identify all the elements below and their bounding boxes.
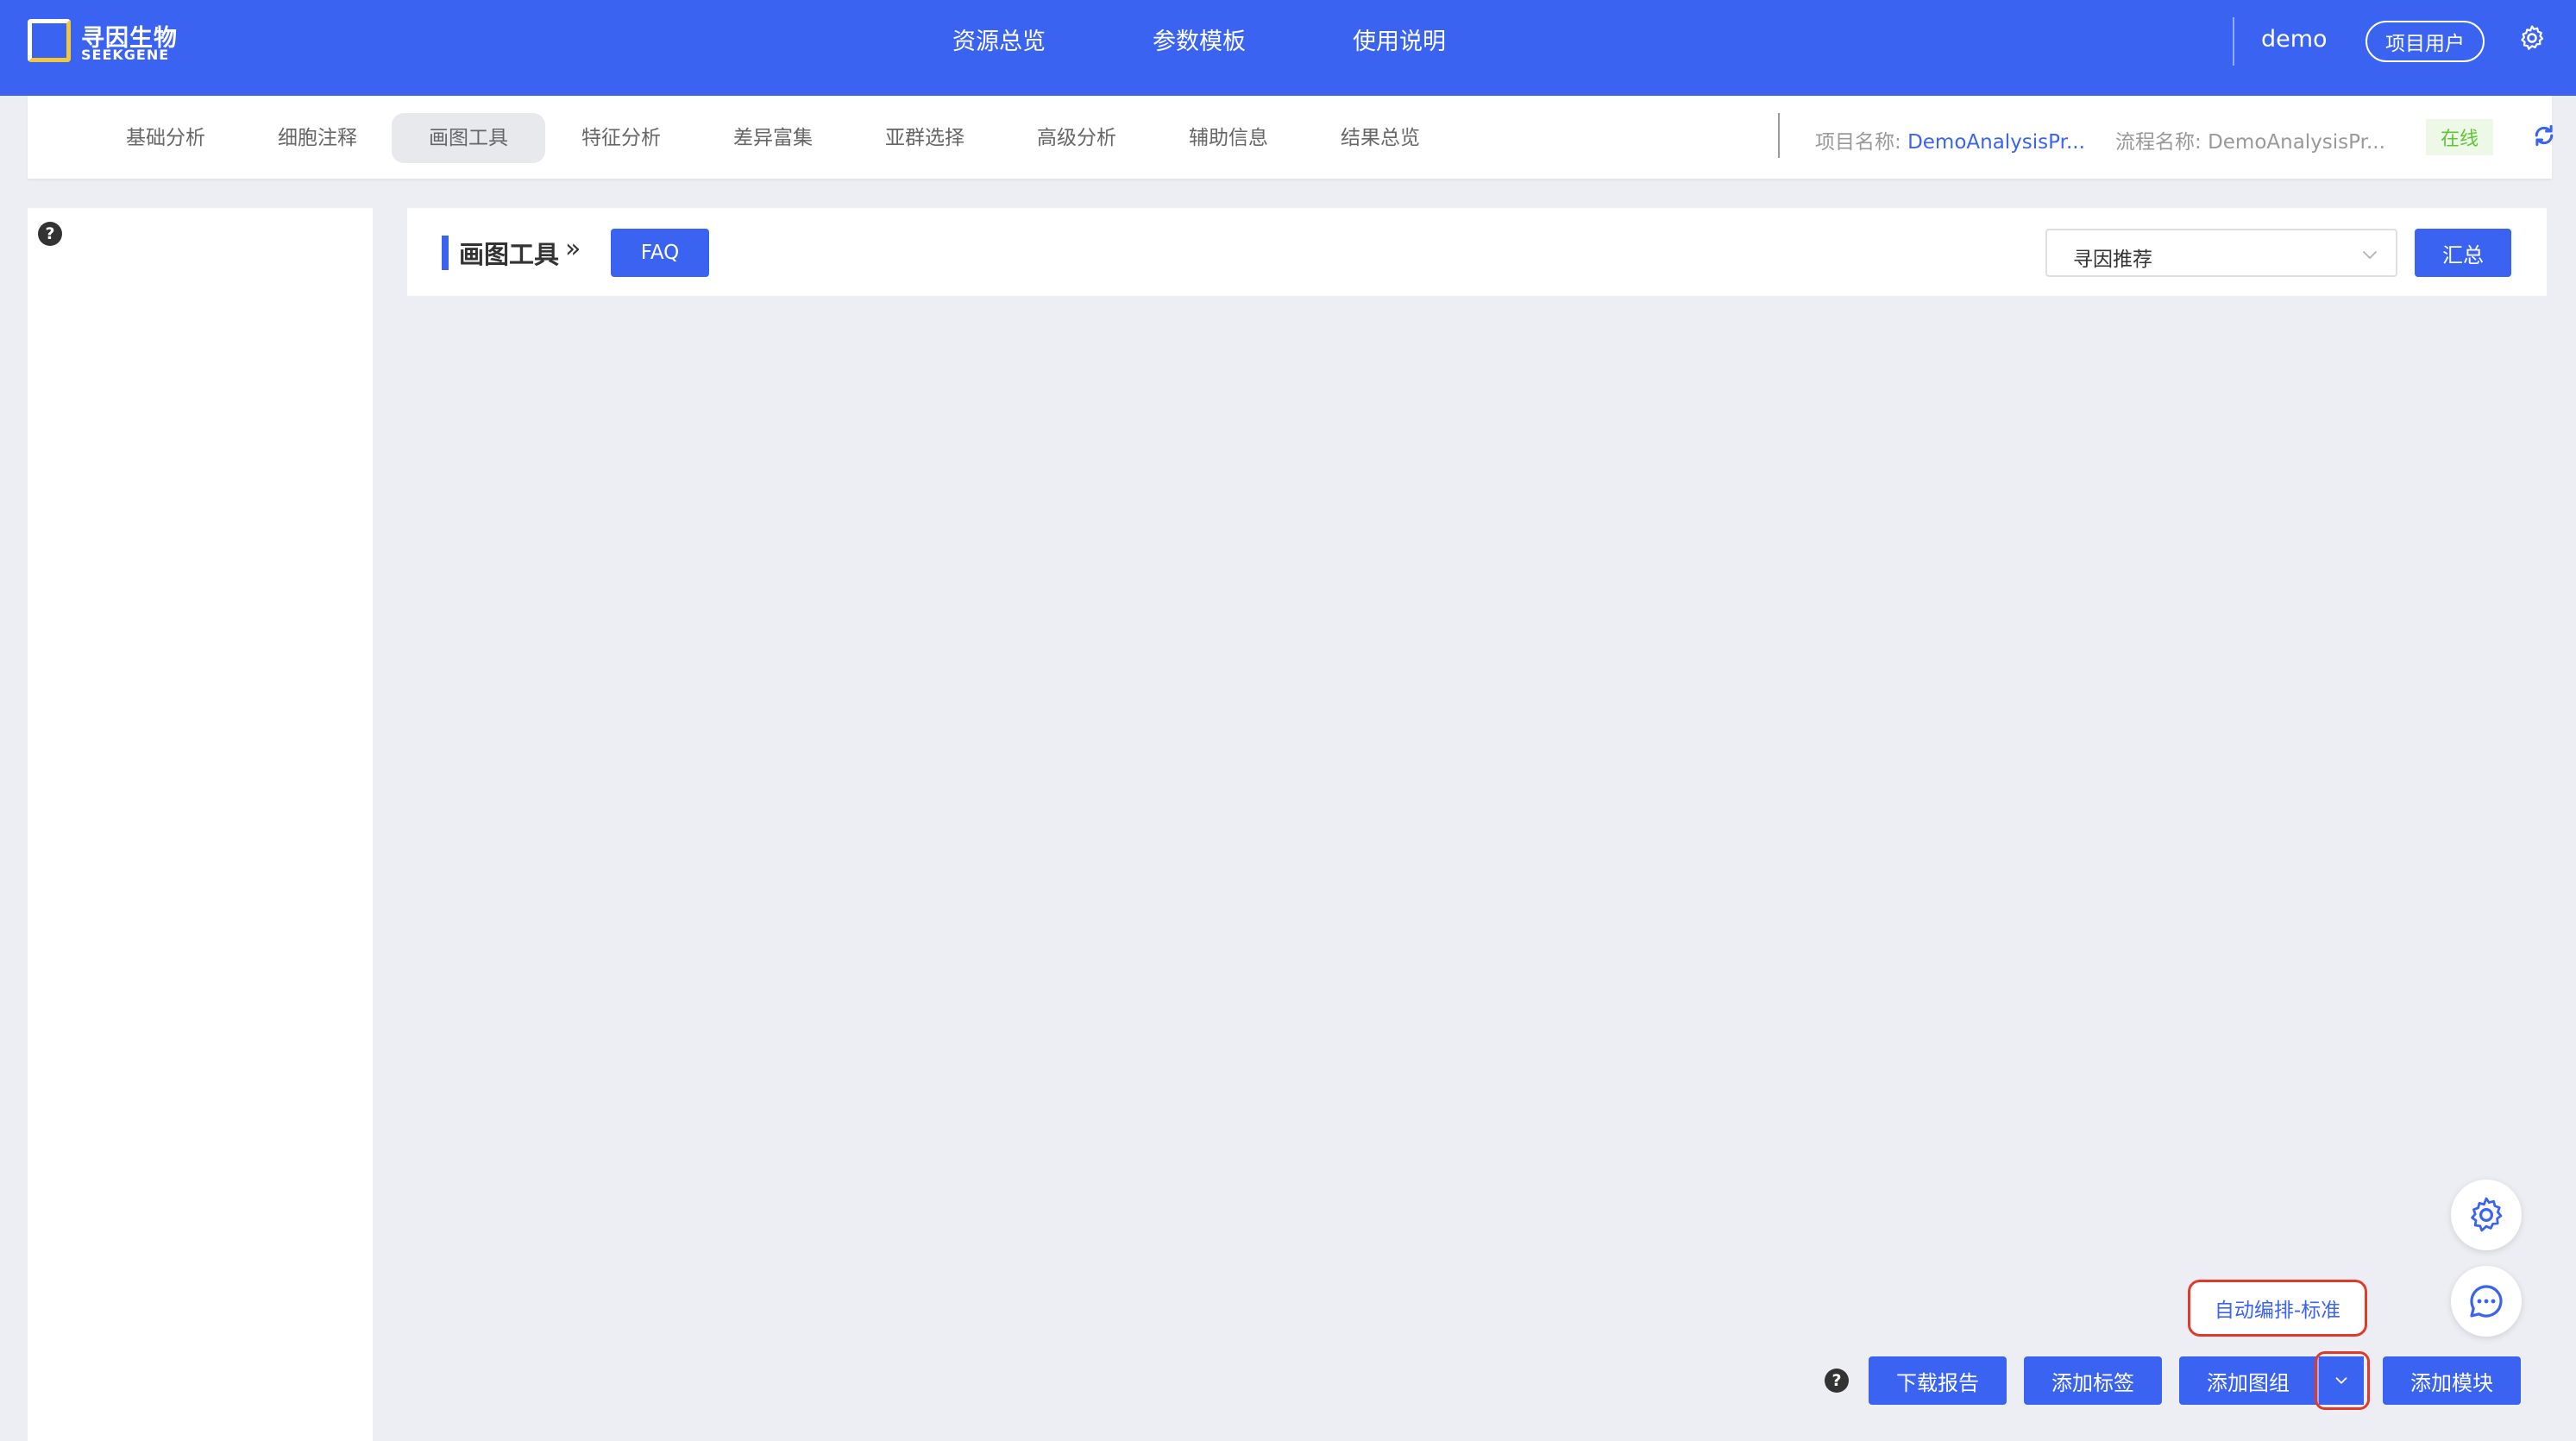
flow-name-label: 流程名称:	[2115, 131, 2202, 154]
floating-chat-button[interactable]	[2451, 1266, 2522, 1337]
project-name: 项目名称: DemoAnalysisPr...	[1815, 125, 2085, 154]
role-button[interactable]: 项目用户	[2366, 21, 2485, 62]
faq-button[interactable]: FAQ	[611, 229, 709, 277]
tab-subcluster-select[interactable]: 亚群选择	[876, 113, 973, 163]
dropdown-toggle-highlight	[2315, 1351, 2370, 1410]
template-select-value: 寻因推荐	[2073, 249, 2152, 271]
header-divider	[2233, 17, 2234, 66]
page-title: 画图工具	[459, 240, 560, 269]
left-sidebar: ?	[28, 208, 373, 1441]
chevron-down-icon	[2363, 251, 2377, 259]
auto-layout-option[interactable]: 自动编排-标准	[2188, 1280, 2367, 1337]
tab-cell-annotation[interactable]: 细胞注释	[269, 113, 366, 163]
title-accent-bar	[442, 236, 449, 270]
gear-icon	[2471, 1197, 2503, 1232]
logo[interactable]: 寻因生物 SEEKGENE	[28, 19, 192, 67]
summary-button[interactable]: 汇总	[2415, 229, 2511, 277]
subnav-divider	[1778, 113, 1780, 158]
topnav-instructions[interactable]: 使用说明	[1353, 22, 1446, 56]
help-icon[interactable]: ?	[38, 222, 62, 246]
gear-icon[interactable]	[2517, 23, 2547, 53]
floating-settings-button[interactable]	[2451, 1180, 2522, 1250]
logo-text-en: SEEKGENE	[81, 47, 170, 63]
tab-plot-tools[interactable]: 画图工具	[392, 113, 545, 163]
tab-aux-info[interactable]: 辅助信息	[1180, 113, 1277, 163]
tab-advanced-analysis[interactable]: 高级分析	[1028, 113, 1125, 163]
tab-basic-analysis[interactable]: 基础分析	[117, 113, 214, 163]
template-select[interactable]: 寻因推荐	[2045, 229, 2397, 277]
tab-feature-analysis[interactable]: 特征分析	[573, 113, 669, 163]
download-report-button[interactable]: 下载报告	[1869, 1356, 2007, 1405]
chat-icon	[2470, 1285, 2503, 1318]
project-name-link[interactable]: DemoAnalysisPr...	[1907, 131, 2085, 154]
tab-results-overview[interactable]: 结果总览	[1332, 113, 1429, 163]
flow-name-value: DemoAnalysisPr...	[2208, 131, 2385, 154]
topnav-resources[interactable]: 资源总览	[952, 22, 1046, 56]
plot-tools-toolbar: 画图工具 » FAQ 寻因推荐 汇总	[407, 208, 2547, 296]
topnav-param-templates[interactable]: 参数模板	[1153, 22, 1246, 56]
add-group-button[interactable]: 添加图组	[2179, 1356, 2317, 1405]
top-header: 寻因生物 SEEKGENE 资源总览 参数模板 使用说明 demo 项目用户	[0, 0, 2576, 96]
logo-mark	[28, 19, 71, 62]
project-name-label: 项目名称:	[1815, 131, 1901, 154]
sub-navigation: 基础分析 细胞注释 画图工具 特征分析 差异富集 亚群选择 高级分析 辅助信息 …	[28, 96, 2554, 179]
status-badge: 在线	[2426, 119, 2493, 155]
tab-diff-enrichment[interactable]: 差异富集	[725, 113, 821, 163]
help-icon[interactable]: ?	[1825, 1369, 1849, 1393]
double-chevron-icon[interactable]: »	[565, 234, 581, 264]
add-module-button[interactable]: 添加模块	[2383, 1356, 2521, 1405]
add-tag-button[interactable]: 添加标签	[2024, 1356, 2162, 1405]
refresh-icon[interactable]	[2531, 123, 2557, 148]
username: demo	[2261, 26, 2328, 53]
flow-name: 流程名称: DemoAnalysisPr...	[2115, 125, 2385, 154]
